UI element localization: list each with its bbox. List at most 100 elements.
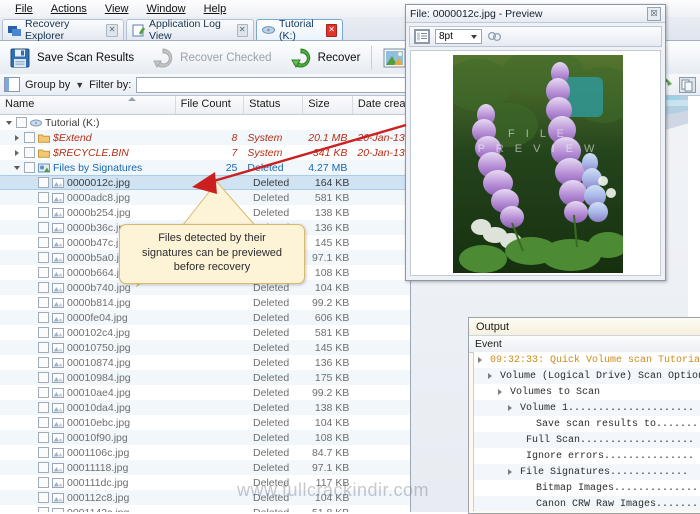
- group-by-icon[interactable]: [4, 77, 20, 92]
- row-size: 99.2 KB: [311, 386, 350, 399]
- recover-checked-icon: [153, 47, 173, 68]
- output-column-header-event[interactable]: Event: [469, 335, 700, 353]
- menu-file[interactable]: File: [6, 2, 42, 16]
- row-expander[interactable]: [12, 133, 21, 142]
- preview-close-button[interactable]: ☒: [647, 6, 661, 21]
- table-row[interactable]: 00010874.jpg Deleted 136 KB: [0, 355, 410, 370]
- menu-window[interactable]: Window: [137, 2, 194, 16]
- table-row[interactable]: 00011118.jpg Deleted 97.1 KB: [0, 460, 410, 475]
- image-icon: [52, 492, 64, 503]
- row-checkbox[interactable]: [38, 267, 49, 278]
- row-checkbox[interactable]: [38, 342, 49, 353]
- table-row[interactable]: 0000fe04.jpg Deleted 606 KB: [0, 310, 410, 325]
- row-checkbox[interactable]: [38, 252, 49, 263]
- row-size: 606 KB: [314, 311, 350, 324]
- row-checkbox[interactable]: [38, 282, 49, 293]
- row-checkbox[interactable]: [38, 462, 49, 473]
- row-checkbox[interactable]: [24, 147, 35, 158]
- tab-recovery-explorer-close[interactable]: ✕: [106, 23, 118, 37]
- menu-help[interactable]: Help: [195, 2, 236, 16]
- tab-application-log-view[interactable]: Application Log View ✕: [126, 18, 254, 42]
- table-row[interactable]: 00010da4.jpg Deleted 138 KB: [0, 400, 410, 415]
- output-log-text: Canon CRW Raw Images........: [536, 498, 700, 510]
- font-size-select[interactable]: 8pt: [435, 29, 482, 44]
- column-header-size[interactable]: Size: [303, 96, 353, 114]
- table-row[interactable]: 00010984.jpg Deleted 175 KB: [0, 370, 410, 385]
- recover-button[interactable]: Recover: [281, 42, 370, 73]
- menu-view[interactable]: View: [96, 2, 138, 16]
- log-expander[interactable]: [508, 469, 516, 475]
- row-name: $Extend: [53, 131, 92, 144]
- recover-checked-button[interactable]: Recover Checked: [143, 42, 280, 73]
- text-view-icon[interactable]: [414, 29, 430, 44]
- row-checkbox[interactable]: [24, 162, 35, 173]
- column-header-status[interactable]: Status: [244, 96, 304, 114]
- tab-tutorial-k-close[interactable]: ✕: [326, 23, 337, 37]
- table-row[interactable]: 00010ae4.jpg Deleted 99.2 KB: [0, 385, 410, 400]
- callout-tooltip: Files detected by their signatures can b…: [119, 224, 305, 284]
- table-row[interactable]: 00010ebc.jpg Deleted 104 KB: [0, 415, 410, 430]
- table-row[interactable]: 000102c4.jpg Deleted 581 KB: [0, 325, 410, 340]
- tab-application-log-view-close[interactable]: ✕: [236, 23, 248, 37]
- row-checkbox[interactable]: [38, 492, 49, 503]
- table-row[interactable]: $Extend 8 System 20.1 MB 20-Jan-13 1: [0, 130, 410, 145]
- link-icon[interactable]: [487, 30, 502, 43]
- row-checkbox[interactable]: [38, 222, 49, 233]
- column-header-file-count[interactable]: File Count: [176, 96, 245, 114]
- row-checkbox[interactable]: [38, 432, 49, 443]
- row-status: Deleted: [253, 296, 290, 309]
- table-row[interactable]: 0001106c.jpg Deleted 84.7 KB: [0, 445, 410, 460]
- menu-window-label: Window: [146, 2, 186, 15]
- row-checkbox[interactable]: [38, 447, 49, 458]
- row-checkbox[interactable]: [38, 192, 49, 203]
- sort-ascending-icon: [128, 97, 136, 101]
- log-expander[interactable]: [508, 405, 516, 411]
- table-row[interactable]: 00010750.jpg Deleted 145 KB: [0, 340, 410, 355]
- output-log-lines[interactable]: 09:32:33: Quick Volume scan Tutorial Volu…: [473, 352, 700, 511]
- output-log-line: Volume (Logical Drive) Scan Options: [474, 368, 700, 384]
- row-name: 00010f90.jpg: [67, 431, 128, 444]
- row-checkbox[interactable]: [38, 207, 49, 218]
- log-expander[interactable]: [488, 373, 496, 379]
- table-row[interactable]: 0000b814.jpg Deleted 99.2 KB: [0, 295, 410, 310]
- row-checkbox[interactable]: [38, 477, 49, 488]
- column-header-date-created[interactable]: Date create: [353, 96, 410, 114]
- row-checkbox[interactable]: [38, 507, 49, 512]
- row-checkbox[interactable]: [38, 372, 49, 383]
- row-status: Deleted: [253, 341, 290, 354]
- row-checkbox[interactable]: [24, 132, 35, 143]
- row-checkbox[interactable]: [38, 327, 49, 338]
- row-expander[interactable]: [12, 163, 21, 172]
- tab-tutorial-k[interactable]: Tutorial (K:) ✕: [256, 18, 343, 42]
- save-scan-results-button[interactable]: Save Scan Results: [0, 42, 143, 73]
- row-checkbox[interactable]: [38, 237, 49, 248]
- row-checkbox[interactable]: [38, 417, 49, 428]
- preview-watermark-line1: F I L E: [508, 128, 568, 140]
- table-row[interactable]: Tutorial (K:): [0, 115, 410, 130]
- row-checkbox[interactable]: [16, 117, 27, 128]
- row-name: 00010ae4.jpg: [67, 386, 131, 399]
- row-expander[interactable]: [12, 148, 21, 157]
- menu-actions[interactable]: Actions: [42, 2, 96, 16]
- log-expander[interactable]: [498, 389, 506, 395]
- group-by-dropdown-icon[interactable]: ▼: [75, 80, 84, 90]
- row-checkbox[interactable]: [38, 297, 49, 308]
- table-row[interactable]: 0001143c.jpg Deleted51.8 KB: [0, 505, 410, 512]
- table-row[interactable]: 00010f90.jpg Deleted 108 KB: [0, 430, 410, 445]
- output-log-line: Volumes to Scan: [474, 384, 700, 400]
- log-expander[interactable]: [478, 357, 486, 363]
- preview-body: F I L E P R E V I E W: [410, 50, 661, 276]
- image-icon: [52, 417, 64, 428]
- row-checkbox[interactable]: [38, 387, 49, 398]
- copy-icon[interactable]: [679, 76, 696, 93]
- row-checkbox[interactable]: [38, 357, 49, 368]
- row-checkbox[interactable]: [38, 177, 49, 188]
- row-expander[interactable]: [4, 118, 13, 127]
- tab-application-log-view-label: Application Log View: [149, 18, 221, 42]
- table-row[interactable]: $RECYCLE.BIN 7 System 341 KB 20-Jan-13 1: [0, 145, 410, 160]
- column-header-name[interactable]: Name: [0, 96, 176, 114]
- tab-recovery-explorer[interactable]: Recovery Explorer ✕: [2, 18, 124, 42]
- output-log-line: Volume 1.....................: [474, 400, 700, 416]
- row-checkbox[interactable]: [38, 402, 49, 413]
- row-checkbox[interactable]: [38, 312, 49, 323]
